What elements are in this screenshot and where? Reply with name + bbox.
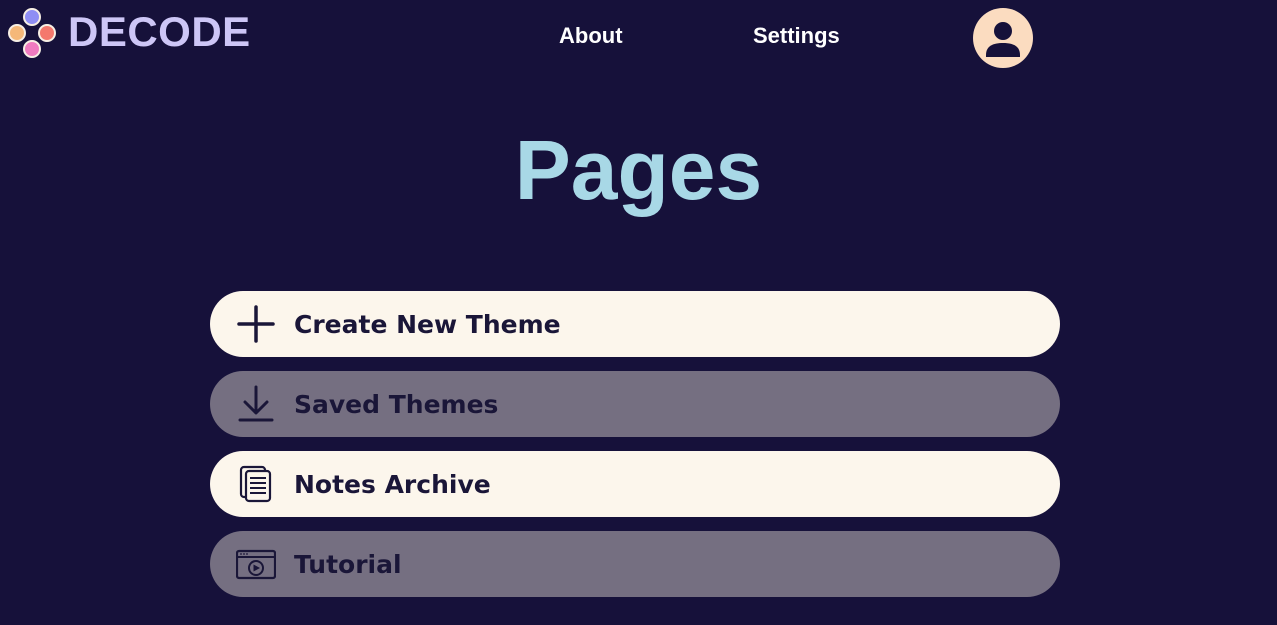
menu-item-label: Tutorial <box>294 549 402 579</box>
download-icon <box>236 384 276 424</box>
menu-item-label: Notes Archive <box>294 469 491 499</box>
nav-about-link[interactable]: About <box>559 25 623 47</box>
documents-icon <box>236 464 276 504</box>
brand-logo-link[interactable]: DECODE <box>8 6 251 58</box>
menu-item-label: Saved Themes <box>294 389 499 419</box>
user-avatar-button[interactable] <box>973 8 1033 68</box>
logo-dot-left <box>8 24 26 42</box>
menu-item-notes-archive[interactable]: Notes Archive <box>210 451 1060 517</box>
logo-dot-right <box>38 24 56 42</box>
logo-dot-top <box>23 8 41 26</box>
user-avatar-icon <box>986 22 1020 57</box>
pages-menu: Create New Theme Saved Themes Notes Arch… <box>210 291 1060 611</box>
menu-item-label: Create New Theme <box>294 309 561 339</box>
page-title: Pages <box>514 123 763 217</box>
video-player-icon <box>236 544 276 584</box>
logo-dot-bottom <box>23 40 41 58</box>
plus-icon <box>236 304 276 344</box>
app-window: DECODE About Settings Pages Create New T… <box>0 0 1277 625</box>
menu-item-create-new-theme[interactable]: Create New Theme <box>210 291 1060 357</box>
brand-name: DECODE <box>68 8 251 55</box>
logo-icon <box>8 7 56 58</box>
menu-item-saved-themes[interactable]: Saved Themes <box>210 371 1060 437</box>
nav-settings-link[interactable]: Settings <box>753 25 840 47</box>
menu-item-tutorial[interactable]: Tutorial <box>210 531 1060 597</box>
